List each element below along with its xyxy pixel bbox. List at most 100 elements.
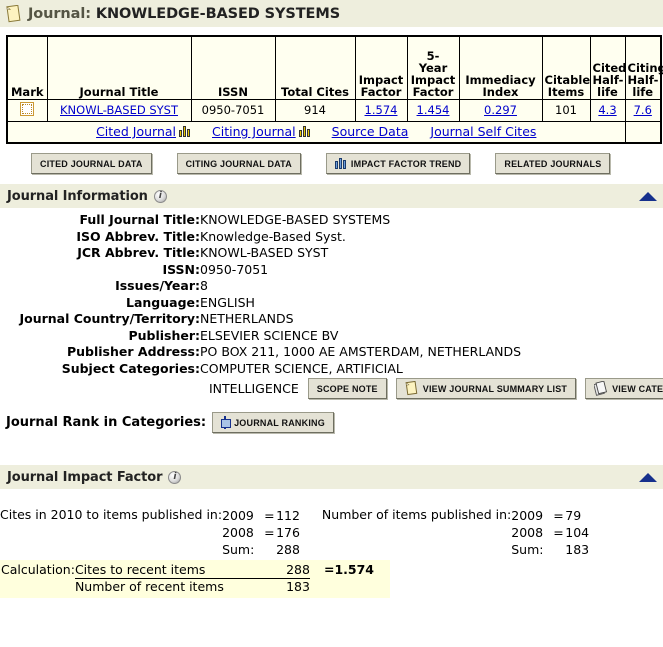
impact-factor-trend-button[interactable]: IMPACT FACTOR TREND [325, 153, 471, 174]
scope-note-button[interactable]: SCOPE NOTE [307, 378, 387, 399]
field-label: JCR Abbrev. Title: [77, 245, 200, 260]
field-publisher: Publisher: ELSEVIER SCIENCE BV [0, 328, 663, 345]
page-title: Journal: KNOWLEDGE-BASED SYSTEMS [28, 6, 340, 22]
items-sum-value: 183 [565, 542, 590, 557]
items-equals [553, 541, 565, 558]
journal-ranking-label: JOURNAL RANKING [234, 417, 325, 428]
view-journal-summary-list-button[interactable]: VIEW JOURNAL SUMMARY LIST [395, 378, 577, 399]
journals-stack-icon [593, 380, 608, 396]
journal-impact-factor-header: Journal Impact Factor i [0, 465, 663, 489]
items-value: 79 [565, 508, 582, 523]
items-lead-label: Number of items published in: [321, 507, 512, 522]
cites-sum-value: 288 [276, 542, 300, 557]
col-journal-title: Journal Title [46, 35, 192, 100]
field-label: ISO Abbrev. Title: [76, 228, 200, 244]
five-year-impact-factor-link[interactable]: 1.454 [417, 103, 450, 117]
cell-impact-factor: 1.574 [354, 98, 408, 122]
footer-links-empty-cell [624, 120, 662, 144]
ranking-icon [221, 416, 232, 429]
calculation-numerator-text: Cites to recent items [74, 562, 250, 579]
cites-equals [264, 541, 276, 558]
scope-note-label: SCOPE NOTE [316, 383, 378, 394]
field-value: Knowledge-Based Syst. [200, 228, 346, 244]
calculation-numerator-row: Calculation: Cites to recent items 288 =… [0, 562, 390, 579]
cited-journal-link[interactable]: Cited Journal [96, 124, 176, 139]
cites-value: 176 [276, 525, 300, 540]
col-5yr-impact-factor: 5- Year Impact Factor [406, 35, 460, 100]
cites-row: 2009 = 112 [222, 507, 300, 524]
field-value: 8 [200, 278, 208, 293]
cited-journal-data-button[interactable]: CITED JOURNAL DATA [31, 153, 152, 174]
items-column: Number of items published in: 2009 = 79 … [322, 507, 589, 558]
citing-journal-data-label: CITING JOURNAL DATA [185, 158, 292, 169]
items-row: Sum: 183 [511, 541, 589, 558]
cites-row: 2008 = 176 [222, 524, 300, 541]
bar-chart-icon [298, 126, 310, 138]
calculation-numerator-value: 288 [249, 562, 310, 579]
info-icon[interactable]: i [168, 470, 182, 484]
journal-information-header: Journal Information i [0, 184, 663, 208]
impact-factor-calculation: Calculation: Cites to recent items 288 =… [0, 560, 390, 598]
summary-table-wrapper: Mark Journal Title ISSN Total Cites Impa… [0, 27, 663, 144]
citing-journal-data-button[interactable]: CITING JOURNAL DATA [176, 153, 301, 174]
cites-equals: = [264, 508, 275, 523]
items-year: 2009 [511, 508, 544, 523]
journal-summary-table: Mark Journal Title ISSN Total Cites Impa… [6, 35, 663, 144]
cell-cited-half-life: 4.3 [589, 98, 626, 122]
view-category-data-label: VIEW CATEGORY DATA [612, 383, 663, 394]
table-row: KNOWL-BASED SYST 0950-7051 914 1.574 1.4… [6, 98, 662, 122]
journal-self-cites-link[interactable]: Journal Self Cites [430, 124, 536, 139]
field-label: Journal Country/Territory: [19, 311, 200, 326]
footer-links-cell: Cited Journal Citing Journal Source Data… [6, 120, 626, 144]
field-language: Language: ENGLISH [0, 295, 663, 312]
field-value: ENGLISH [200, 294, 255, 310]
info-icon[interactable]: i [153, 189, 167, 203]
items-year: 2008 [511, 525, 544, 540]
table-footer-links-row: Cited Journal Citing Journal Source Data… [6, 120, 662, 144]
subject-category-actions-row: INTELLIGENCE SCOPE NOTE VIEW JOURNAL SUM… [0, 378, 663, 399]
journal-title-link[interactable]: KNOWL-BASED SYST [60, 103, 178, 117]
cell-issn: 0950-7051 [190, 98, 276, 122]
field-label: Full Journal Title: [79, 212, 200, 227]
view-category-data-button[interactable]: VIEW CATEGORY DATA [585, 378, 663, 399]
impact-factor-columns: Cites in 2010 to items published in: 200… [0, 507, 663, 558]
items-row: 2008 = 104 [511, 524, 589, 541]
cell-journal-title: KNOWL-BASED SYST [46, 98, 192, 122]
bar-chart-icon [334, 158, 346, 169]
field-subject-categories: Subject Categories: COMPUTER SCIENCE, AR… [0, 361, 663, 378]
citing-journal-link[interactable]: Citing Journal [212, 124, 296, 139]
cites-column: Cites in 2010 to items published in: 200… [0, 507, 300, 558]
source-data-link[interactable]: Source Data [332, 124, 409, 139]
field-value: 0950-7051 [200, 261, 269, 277]
collapse-triangle-icon[interactable] [639, 472, 657, 482]
page-title-journal: KNOWLEDGE-BASED SYSTEMS [95, 5, 341, 22]
cites-values: 2009 = 112 2008 = 176 Sum: 288 [222, 507, 300, 558]
cell-citable-items: 101 [541, 98, 591, 122]
col-immediacy-index: Immediacy Index [458, 35, 543, 100]
col-mark: Mark [6, 35, 48, 100]
col-total-cites: Total Cites [274, 35, 356, 100]
related-journals-button[interactable]: RELATED JOURNALS [495, 153, 611, 174]
jcr-journal-page: Journal: KNOWLEDGE-BASED SYSTEMS Mark Jo… [0, 0, 663, 647]
field-label: Subject Categories: [61, 360, 200, 376]
citing-half-life-link[interactable]: 7.6 [634, 103, 652, 117]
journal-ranking-button[interactable]: JOURNAL RANKING [212, 412, 334, 433]
cited-journal-link-group[interactable]: Cited Journal [96, 124, 191, 139]
mark-checkbox[interactable] [20, 101, 35, 116]
field-journal-country-territory: Journal Country/Territory: NETHERLANDS [0, 311, 663, 328]
field-full-journal-title: Full Journal Title: KNOWLEDGE-BASED SYST… [0, 212, 663, 229]
calculation-result: =1.574 [310, 562, 374, 578]
action-button-row: CITED JOURNAL DATA CITING JOURNAL DATA I… [0, 144, 663, 174]
immediacy-index-link[interactable]: 0.297 [484, 103, 517, 117]
cited-half-life-link[interactable]: 4.3 [598, 103, 616, 117]
impact-factor-link[interactable]: 1.574 [365, 103, 398, 117]
citing-journal-link-group[interactable]: Citing Journal [212, 124, 310, 139]
cites-row: Sum: 288 [222, 541, 300, 558]
cites-equals: = [264, 525, 275, 540]
field-label: Publisher Address: [66, 344, 200, 359]
collapse-triangle-icon[interactable] [639, 191, 657, 201]
items-equals: = [553, 508, 564, 523]
journal-impact-factor-body: Cites in 2010 to items published in: 200… [0, 489, 663, 598]
cites-lead-label: Cites in 2010 to items published in: [0, 507, 223, 522]
field-value: COMPUTER SCIENCE, ARTIFICIAL [200, 360, 403, 376]
